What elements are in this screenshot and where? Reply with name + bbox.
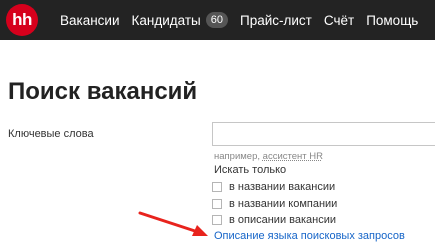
hint-prefix: например, (214, 151, 261, 162)
keywords-hint: например, ассистент HR (214, 151, 323, 162)
nav-candidates-label: Кандидаты (131, 12, 201, 28)
main-nav: Вакансии Кандидаты 60 Прайс-лист Счёт По… (60, 0, 430, 40)
checkbox-label: в названии компании (229, 198, 338, 210)
nav-account-label: Счёт (323, 12, 355, 28)
nav-vacancies-label: Вакансии (60, 12, 120, 28)
checkbox-label: в названии вакансии (229, 181, 336, 193)
arrow-shaft (138, 211, 200, 234)
search-query-language-link[interactable]: Описание языка поисковых запросов (214, 230, 405, 242)
top-navigation-bar: hh Вакансии Кандидаты 60 Прайс-лист Счёт… (0, 0, 435, 40)
hint-example: ассистент HR (262, 151, 323, 162)
checkbox-box[interactable] (212, 182, 222, 192)
checkbox-label: в описании вакансии (229, 214, 337, 226)
checkbox-company-name[interactable]: в названии компании (212, 198, 337, 210)
nav-candidates[interactable]: Кандидаты 60 (132, 12, 228, 28)
nav-price-list-label: Прайс-лист (240, 12, 312, 28)
checkbox-vacancy-description[interactable]: в описании вакансии (212, 214, 336, 226)
nav-price-list[interactable]: Прайс-лист (240, 13, 312, 28)
nav-help-label: Помощь (366, 12, 419, 28)
nav-help[interactable]: Помощь (366, 13, 418, 28)
hh-logo[interactable]: hh (6, 4, 38, 36)
page-title: Поиск вакансий (8, 78, 198, 105)
keywords-input[interactable] (212, 122, 435, 146)
nav-vacancies[interactable]: Вакансии (60, 13, 120, 28)
keywords-label: Ключевые слова (8, 128, 94, 140)
candidates-count-badge: 60 (205, 12, 228, 28)
arrow-head (192, 225, 208, 236)
nav-account[interactable]: Счёт (324, 13, 354, 28)
checkbox-box[interactable] (212, 199, 222, 209)
checkbox-vacancy-title[interactable]: в названии вакансии (212, 181, 335, 193)
search-only-label: Искать только (214, 164, 287, 176)
checkbox-box[interactable] (212, 215, 222, 225)
